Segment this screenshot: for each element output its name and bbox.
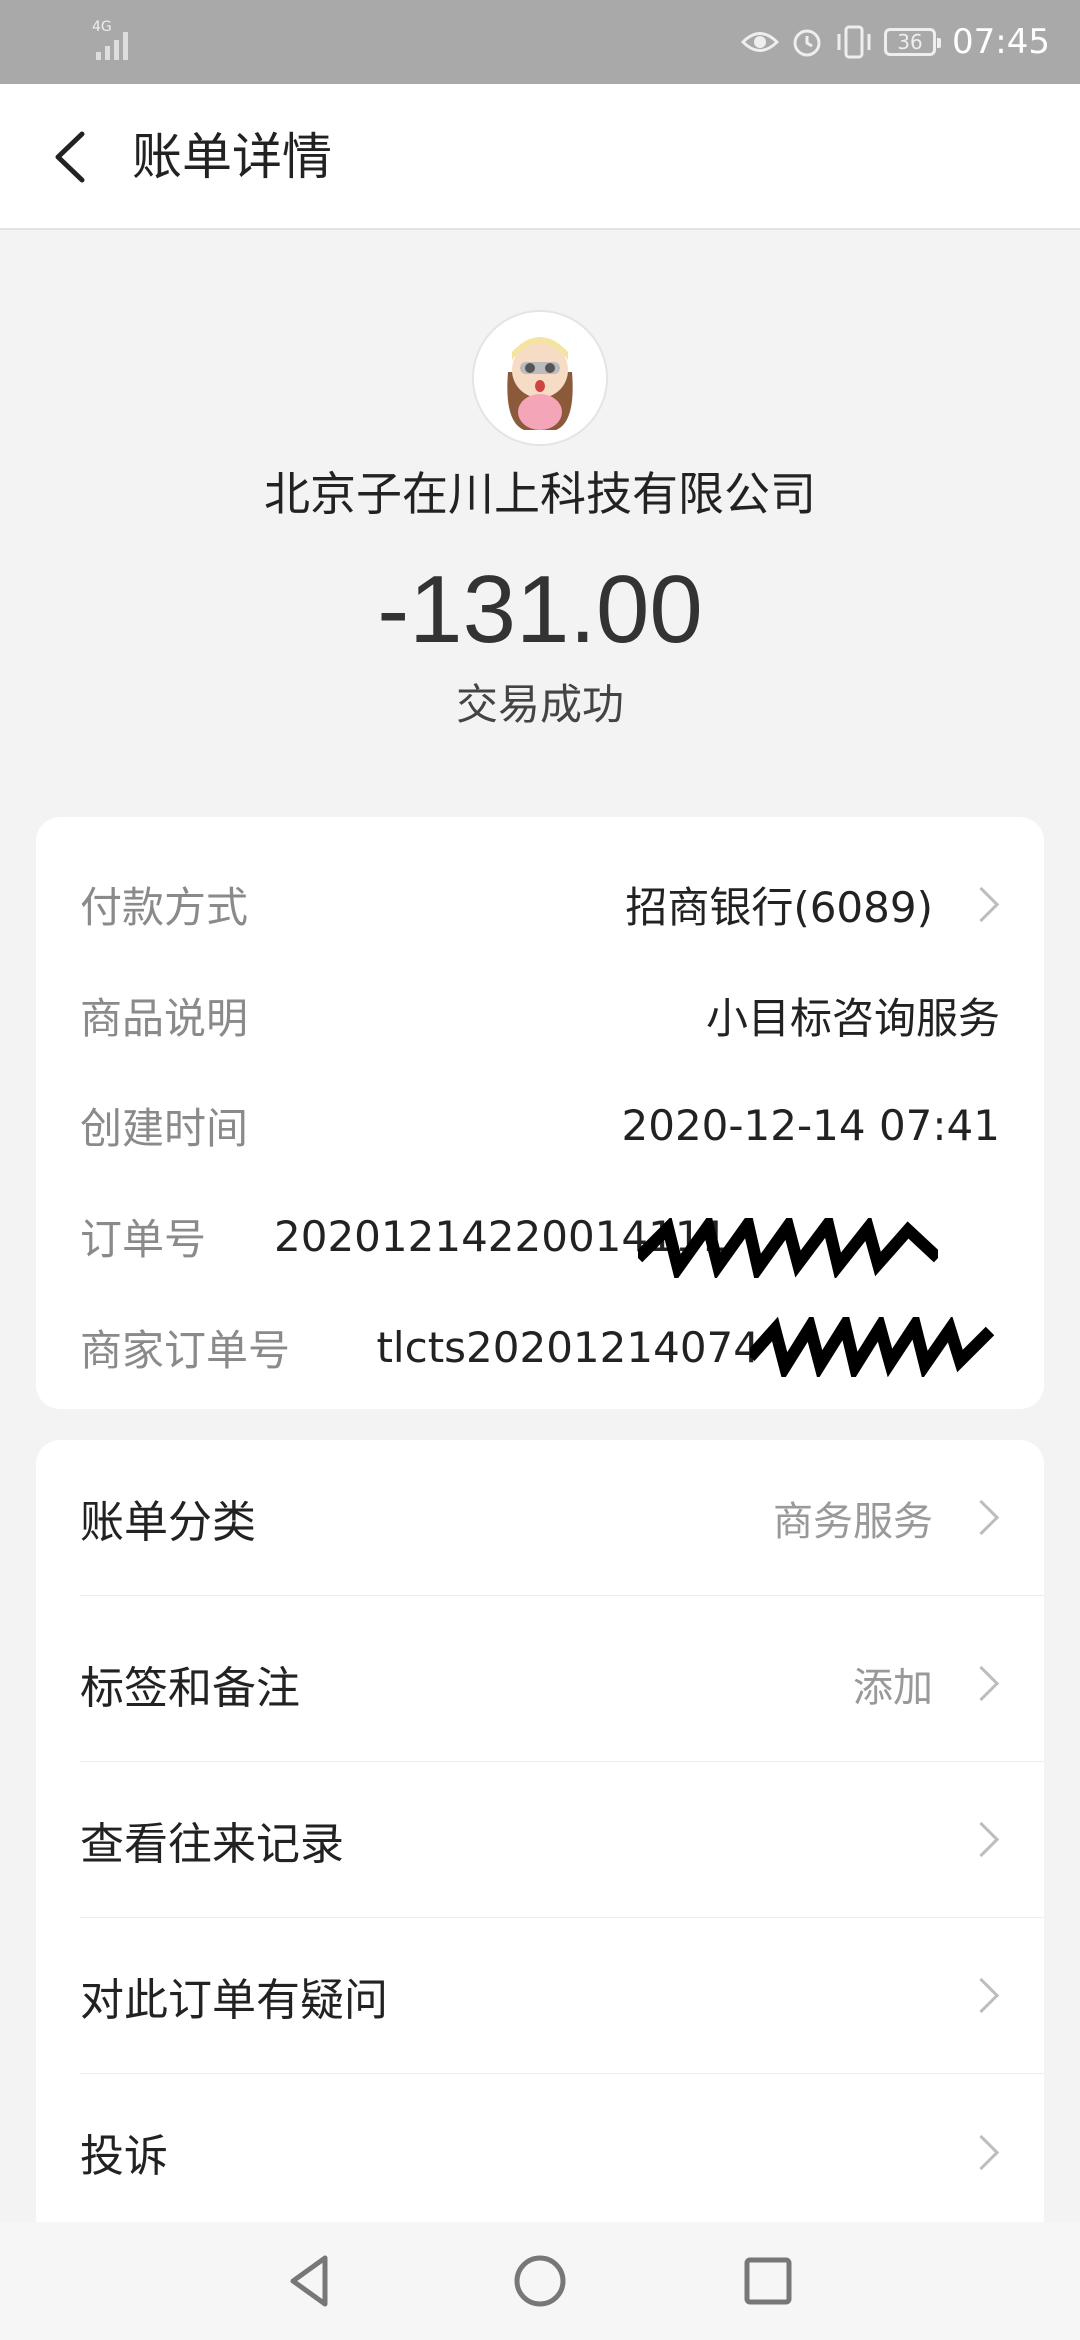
battery-icon: 36 <box>884 28 942 56</box>
chevron-right-icon <box>963 2134 1000 2170</box>
chevron-right-icon <box>963 1499 1000 1536</box>
menu-item-order-question[interactable]: 对此订单有疑问 <box>80 1918 1044 2074</box>
menu-item-bill-category[interactable]: 账单分类 商务服务 <box>80 1440 1044 1596</box>
back-button[interactable] <box>40 122 110 192</box>
nav-back-button[interactable] <box>275 2246 345 2316</box>
payment-method-row[interactable]: 付款方式 招商银行(6089) <box>80 869 1000 939</box>
chevron-left-icon <box>55 131 85 183</box>
merchant-order-number-value: tlcts20201214074 <box>376 1322 760 1372</box>
network-type: 4G <box>92 19 112 35</box>
nav-home-button[interactable] <box>505 2246 575 2316</box>
nav-recents-button[interactable] <box>733 2246 803 2316</box>
detail-value: 招商银行(6089) <box>625 882 933 932</box>
menu-item-history[interactable]: 查看往来记录 <box>80 1762 1044 1918</box>
triangle-back-icon <box>290 2255 328 2307</box>
created-time-row: 创建时间 2020-12-14 07:41 <box>80 1090 1000 1160</box>
redaction-scribble <box>750 1317 995 1377</box>
detail-label: 付款方式 <box>80 882 249 932</box>
product-description-row: 商品说明 小目标咨询服务 <box>80 980 1000 1050</box>
menu-label: 对此订单有疑问 <box>80 1974 388 2026</box>
square-recents-icon <box>744 2257 792 2305</box>
detail-value: 小目标咨询服务 <box>705 993 1000 1043</box>
menu-item-complaint[interactable]: 投诉 <box>80 2074 1044 2230</box>
page-title: 账单详情 <box>132 128 332 186</box>
app-header: 账单详情 <box>0 84 1080 230</box>
battery-level: 36 <box>897 30 923 54</box>
menu-value: 添加 <box>853 1664 933 1711</box>
detail-label: 创建时间 <box>80 1103 249 1153</box>
menu-label: 标签和备注 <box>80 1662 300 1714</box>
chevron-right-icon <box>963 886 1000 922</box>
redaction-scribble <box>638 1217 939 1278</box>
menu-item-tags-notes[interactable]: 标签和备注 添加 <box>80 1606 1044 1762</box>
system-navigation-bar <box>0 2222 1080 2340</box>
action-menu-card: 账单分类 商务服务 标签和备注 添加 查看往来记录 对此订单有疑问 投诉 <box>36 1440 1044 2240</box>
status-bar: 4G 36 07:45 <box>0 0 1080 84</box>
transaction-status: 交易成功 <box>455 680 624 729</box>
chevron-right-icon <box>963 1665 1000 1702</box>
menu-label: 账单分类 <box>80 1496 256 1548</box>
vibrate-icon <box>837 25 871 59</box>
detail-value: 2020-12-14 07:41 <box>621 1100 1000 1150</box>
transaction-amount: -131.00 <box>377 556 703 663</box>
circle-home-icon <box>514 2255 566 2307</box>
merchant-order-number-row: 商家订单号 tlcts20201214074 <box>80 1312 1000 1382</box>
eye-icon <box>740 32 780 52</box>
detail-label: 商品说明 <box>80 993 249 1043</box>
menu-value: 商务服务 <box>773 1498 933 1545</box>
menu-label: 查看往来记录 <box>80 1818 344 1870</box>
order-number-row: 订单号 20201214220014111 <box>80 1201 1044 1278</box>
signal-icon: 4G <box>92 19 148 62</box>
chevron-right-icon <box>963 1977 1000 2014</box>
merchant-name: 北京子在川上科技有限公司 <box>264 467 816 521</box>
menu-label: 投诉 <box>80 2131 168 2182</box>
detail-card: 付款方式 招商银行(6089) 商品说明 小目标咨询服务 创建时间 2020-1… <box>36 817 1044 1409</box>
alarm-icon <box>793 29 821 57</box>
detail-label: 商家订单号 <box>80 1325 291 1375</box>
chevron-right-icon <box>963 1821 1000 1858</box>
merchant-avatar[interactable] <box>472 310 608 446</box>
detail-label: 订单号 <box>80 1214 207 1264</box>
clock: 07:45 <box>952 22 1050 62</box>
